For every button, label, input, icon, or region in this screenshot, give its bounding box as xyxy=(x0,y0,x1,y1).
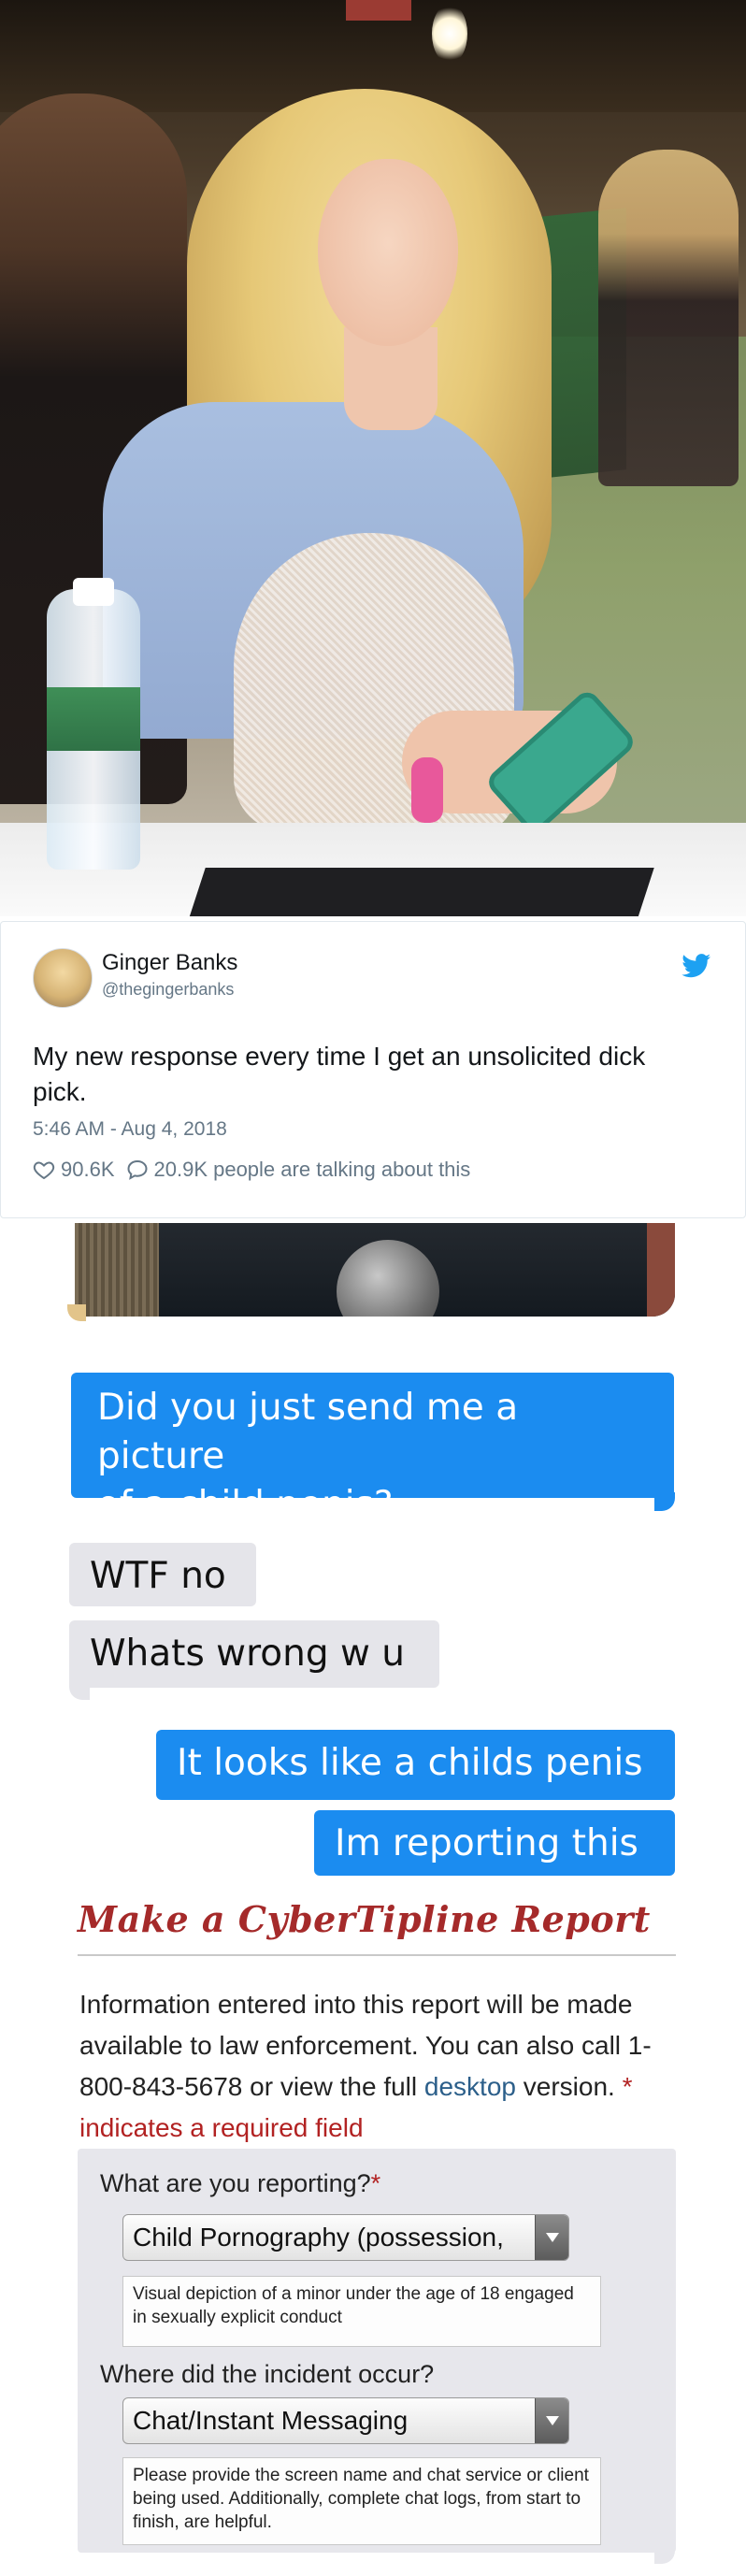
tweet-author-name[interactable]: Ginger Banks xyxy=(102,950,237,976)
photo-bubble-tail xyxy=(67,1304,86,1321)
comment-icon[interactable] xyxy=(126,1158,149,1181)
question-label: What are you reporting? xyxy=(100,2169,371,2197)
photo-edge xyxy=(647,1223,675,1317)
convention-photo xyxy=(0,0,746,916)
photo-magazine xyxy=(187,868,654,916)
select-value: Chat/Instant Messaging xyxy=(133,2406,409,2435)
required-star: * xyxy=(370,2169,381,2197)
photo-bottle-label xyxy=(47,687,140,751)
photo-pink-bracelet xyxy=(411,757,443,823)
incident-location-hint: Please provide the screen name and chat … xyxy=(122,2457,601,2545)
photo-banner xyxy=(346,0,411,21)
tweet-card[interactable]: Ginger Banks @thegingerbanks My new resp… xyxy=(0,921,746,1218)
heart-icon[interactable] xyxy=(33,1158,55,1181)
intro-text-end: version. xyxy=(515,2072,623,2101)
reply-count: 20.9K people are talking about this xyxy=(153,1158,471,1181)
photo-denim xyxy=(75,1223,159,1317)
chat-photo-message[interactable] xyxy=(75,1223,675,1317)
form-divider xyxy=(78,1954,676,1956)
incident-location-select[interactable]: Chat/Instant Messaging xyxy=(122,2397,569,2444)
bubble-tail xyxy=(654,1492,675,1511)
question-where-occur: Where did the incident occur? xyxy=(100,2360,435,2388)
photo-background-person xyxy=(598,150,739,486)
form-title: Make a CyberTipline Report xyxy=(78,1898,651,1940)
photo-subject-face xyxy=(318,159,458,346)
tweet-text: My new response every time I get an unso… xyxy=(33,1042,646,1106)
message-bubble-sent[interactable]: It looks like a childs penis xyxy=(156,1730,675,1800)
form-bubble-tail xyxy=(654,2545,675,2564)
report-type-hint: Visual depiction of a minor under the ag… xyxy=(122,2276,601,2347)
dropdown-arrow-icon[interactable] xyxy=(535,2215,568,2260)
avatar[interactable] xyxy=(33,948,93,1008)
form-panel: What are you reporting?* Child Pornograp… xyxy=(78,2149,676,2553)
desktop-version-link[interactable]: desktop xyxy=(424,2072,516,2101)
photo-bottle-cap xyxy=(73,578,114,606)
message-line: Did you just send me a picture xyxy=(97,1387,519,1477)
tweet-author-handle[interactable]: @thegingerbanks xyxy=(102,980,234,1000)
like-count: 90.6K xyxy=(61,1158,115,1181)
dropdown-arrow-icon[interactable] xyxy=(535,2398,568,2443)
report-type-select[interactable]: Child Pornography (possession, xyxy=(122,2214,569,2261)
form-intro: Information entered into this report wil… xyxy=(79,1984,659,2149)
message-bubble-sent[interactable]: Im reporting this xyxy=(314,1810,675,1876)
photo-metal-button xyxy=(337,1240,439,1317)
tweet-timestamp[interactable]: 5:46 AM - Aug 4, 2018 xyxy=(33,1118,227,1141)
message-bubble-received[interactable]: Whats wrong w u xyxy=(69,1620,439,1688)
cybertipline-report-form: Make a CyberTipline Report Information e… xyxy=(68,1898,676,2553)
message-line: of a child penis? xyxy=(97,1484,394,1526)
bubble-tail xyxy=(69,1681,90,1700)
message-bubble-received[interactable]: WTF no xyxy=(69,1543,256,1606)
photo-stage-light xyxy=(432,4,467,64)
tweet-stats: 90.6K 20.9K people are talking about thi… xyxy=(33,1158,470,1182)
twitter-bird-icon[interactable] xyxy=(681,954,711,978)
select-value: Child Pornography (possession, xyxy=(133,2223,504,2252)
message-bubble-sent[interactable]: Did you just send me a picture of a chil… xyxy=(71,1373,674,1526)
question-what-reporting: What are you reporting?* xyxy=(100,2169,380,2198)
